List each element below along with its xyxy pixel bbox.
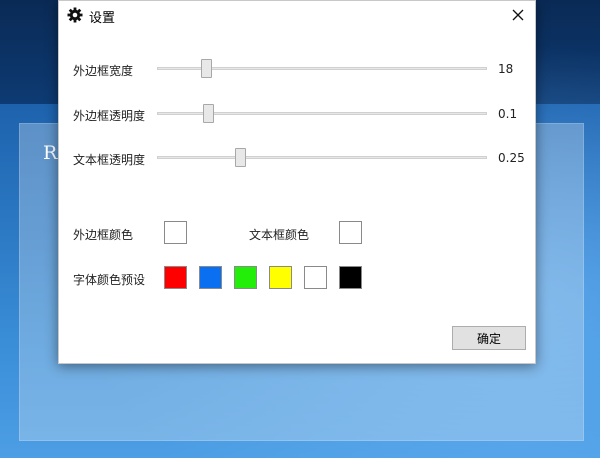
preset-blue-swatch[interactable] [199,266,222,289]
dialog-title: 设置 [89,11,116,26]
border-color-label: 外边框颜色 [73,228,134,242]
preset-yellow-swatch[interactable] [269,266,292,289]
title-bar[interactable]: 设置 [59,1,535,29]
textbox-opacity-label: 文本框透明度 [73,153,146,167]
textbox-opacity-slider[interactable] [157,148,487,167]
preset-green-swatch[interactable] [234,266,257,289]
settings-dialog: 设置 外边框宽度 18 外边框透明度 0.1 文本框透明度 0.25 外边框颜色… [58,0,536,364]
preset-red-swatch[interactable] [164,266,187,289]
ok-button[interactable]: 确定 [452,326,526,350]
preset-black-swatch[interactable] [339,266,362,289]
textbox-opacity-value: 0.25 [498,151,525,165]
border-opacity-value: 0.1 [498,107,518,121]
border-width-slider[interactable] [157,59,487,78]
border-width-label: 外边框宽度 [73,64,134,78]
close-icon [512,6,524,25]
slider-thumb[interactable] [235,148,246,167]
border-color-swatch[interactable] [164,221,187,244]
border-opacity-slider[interactable] [157,104,487,123]
border-width-value: 18 [498,62,514,76]
text-color-label: 文本框颜色 [249,228,310,242]
close-button[interactable] [501,1,535,29]
border-opacity-label: 外边框透明度 [73,109,146,123]
gear-icon [67,7,83,23]
preset-white-swatch[interactable] [304,266,327,289]
slider-thumb[interactable] [203,104,214,123]
font-presets-label: 字体颜色预设 [73,273,146,287]
slider-thumb[interactable] [201,59,212,78]
text-color-swatch[interactable] [339,221,362,244]
